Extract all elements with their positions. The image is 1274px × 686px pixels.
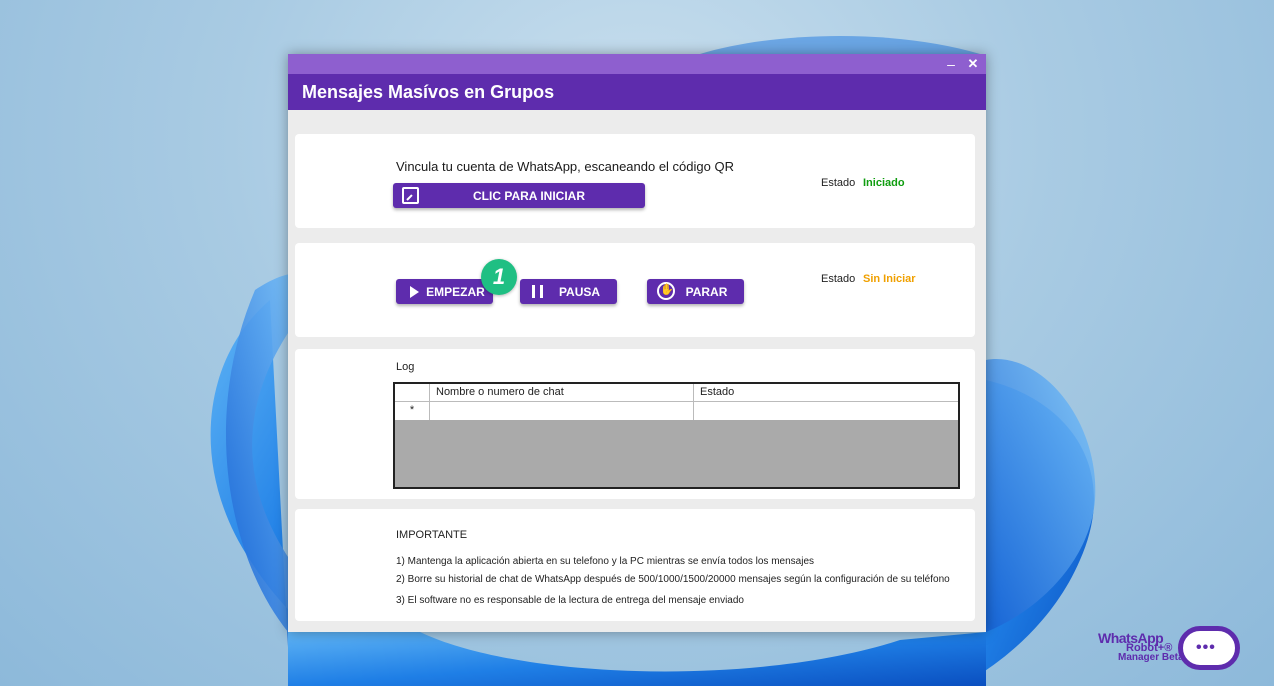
log-grid[interactable]: Nombre o numero de chat Estado * (393, 382, 960, 489)
status-cell[interactable] (694, 402, 958, 420)
important-title: IMPORTANTE (396, 529, 468, 541)
log-card: Log Nombre o numero de chat Estado * (295, 349, 975, 499)
column-header-status[interactable]: Estado (694, 384, 958, 401)
start-button-label: EMPEZAR (426, 284, 485, 299)
robot-face-icon: ••• (1178, 626, 1240, 670)
controls-card: EMPEZAR PAUSA PARAR Estado Sin Iniciar (295, 243, 975, 337)
row-header-corner (395, 384, 430, 401)
important-line-1: 1) Mantenga la aplicación abierta en su … (396, 556, 815, 567)
external-link-icon (402, 187, 419, 204)
title-bar: – ✕ (288, 54, 986, 74)
close-button[interactable]: ✕ (964, 55, 982, 73)
app-window: – ✕ Mensajes Masívos en Grupos Vincula t… (288, 54, 986, 632)
run-status-value: Sin Iniciar (863, 273, 916, 285)
important-line-2: 2) Borre su historial de chat de WhatsAp… (396, 574, 950, 585)
brand-wordmark: WhatsApp Robot+® Manager Beta (1098, 631, 1184, 663)
minimize-button[interactable]: – (942, 55, 960, 73)
log-title: Log (396, 361, 415, 373)
log-grid-header: Nombre o numero de chat Estado (395, 384, 958, 402)
pause-button-label: PAUSA (558, 284, 601, 299)
start-session-label: CLIC PARA INICIAR (473, 188, 585, 203)
connect-status-label: Estado (821, 177, 856, 189)
table-row[interactable]: * (395, 402, 958, 420)
run-status-label: Estado (821, 273, 856, 285)
robot-face-dots: ••• (1196, 639, 1216, 656)
stop-button[interactable]: PARAR (647, 279, 744, 304)
brand-line-3: Manager Beta (1118, 652, 1184, 663)
start-session-button[interactable]: CLIC PARA INICIAR (393, 183, 645, 208)
brand-logo: WhatsApp Robot+® Manager Beta ••• (1098, 626, 1248, 683)
new-row-marker: * (395, 402, 430, 420)
page-title: Mensajes Masívos en Grupos (302, 81, 555, 102)
start-button[interactable]: EMPEZAR (396, 279, 493, 304)
step-badge: 1 (481, 259, 517, 295)
connect-card: Vincula tu cuenta de WhatsApp, escaneand… (295, 134, 975, 228)
column-header-chat[interactable]: Nombre o numero de chat (430, 384, 694, 401)
stop-button-label: PARAR (685, 284, 728, 299)
qr-instruction: Vincula tu cuenta de WhatsApp, escaneand… (396, 159, 734, 174)
app-header: Mensajes Masívos en Grupos (288, 74, 986, 110)
pause-button[interactable]: PAUSA (520, 279, 617, 304)
chat-cell[interactable] (430, 402, 694, 420)
connect-status-value: Iniciado (863, 177, 905, 189)
important-line-3: 3) El software no es responsable de la l… (396, 595, 744, 606)
important-card: IMPORTANTE 1) Mantenga la aplicación abi… (295, 509, 975, 621)
